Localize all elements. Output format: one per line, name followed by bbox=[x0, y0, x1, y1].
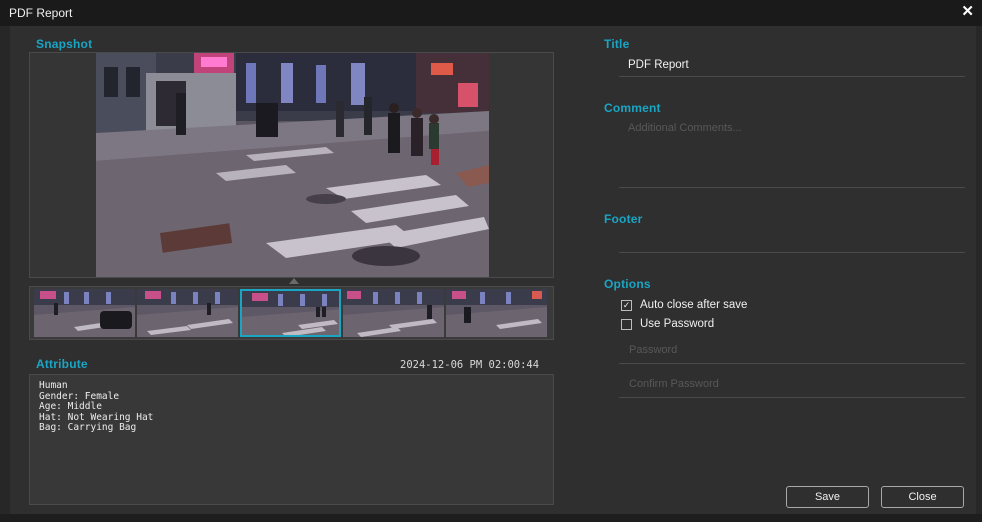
bottom-border bbox=[0, 514, 982, 522]
attribute-line: Human bbox=[39, 380, 68, 391]
attribute-label: Attribute bbox=[36, 357, 88, 371]
snapshot-label: Snapshot bbox=[36, 37, 93, 51]
footer-label: Footer bbox=[604, 212, 643, 226]
thumbnail-4[interactable] bbox=[343, 289, 444, 337]
right-border bbox=[976, 26, 982, 514]
use-password-label: Use Password bbox=[640, 318, 715, 330]
comment-label: Comment bbox=[604, 101, 661, 115]
title-bar: PDF Report ✕ bbox=[0, 0, 982, 26]
close-button[interactable]: Close bbox=[881, 486, 964, 508]
close-icon[interactable]: ✕ bbox=[961, 3, 974, 21]
left-border bbox=[0, 26, 10, 514]
auto-close-option[interactable]: ✓ Auto close after save bbox=[621, 299, 747, 311]
title-underline bbox=[619, 76, 965, 77]
title-input[interactable]: PDF Report bbox=[628, 59, 689, 71]
attribute-line: Gender: Female bbox=[39, 390, 120, 402]
comment-textarea[interactable]: Additional Comments... bbox=[628, 122, 742, 134]
snapshot-frame bbox=[29, 52, 554, 278]
window-title: PDF Report bbox=[9, 6, 73, 20]
comment-underline bbox=[619, 187, 965, 188]
use-password-option[interactable]: Use Password bbox=[621, 318, 714, 330]
title-label: Title bbox=[604, 37, 630, 51]
auto-close-checkbox[interactable]: ✓ bbox=[621, 299, 632, 311]
thumbnail-3-selected[interactable] bbox=[240, 289, 341, 337]
footer-input[interactable] bbox=[619, 252, 965, 253]
confirm-password-underline bbox=[619, 397, 965, 398]
attribute-line: Age: Middle bbox=[39, 401, 102, 412]
options-label: Options bbox=[604, 277, 651, 291]
password-underline bbox=[619, 363, 965, 364]
confirm-password-input[interactable]: Confirm Password bbox=[629, 378, 719, 390]
attribute-box: Human Gender: Female Age: Middle Hat: No… bbox=[29, 374, 554, 505]
snapshot-timestamp: 2024-12-06 PM 02:00:44 bbox=[400, 359, 540, 371]
save-button[interactable]: Save bbox=[786, 486, 869, 508]
selected-thumb-pointer bbox=[289, 278, 299, 284]
use-password-checkbox[interactable] bbox=[621, 318, 632, 330]
thumbnail-1[interactable] bbox=[34, 289, 135, 337]
thumbnail-2[interactable] bbox=[137, 289, 238, 337]
auto-close-label: Auto close after save bbox=[640, 299, 748, 311]
password-input[interactable]: Password bbox=[629, 344, 677, 356]
thumbnail-5[interactable] bbox=[446, 289, 547, 337]
snapshot-image bbox=[96, 53, 489, 277]
pdf-report-dialog: PDF Report ✕ Snapshot Attribute 2024-12-… bbox=[0, 0, 982, 522]
attribute-line: Bag: Carrying Bag bbox=[39, 422, 137, 433]
thumbnail-strip bbox=[29, 286, 554, 340]
